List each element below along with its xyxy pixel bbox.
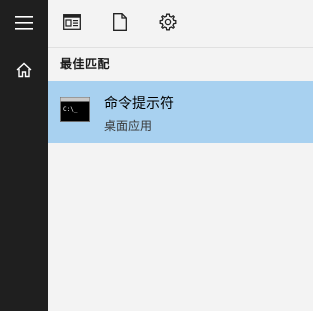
best-match-result[interactable]: C:\_ 命令提示符 桌面应用	[48, 81, 313, 143]
documents-filter-button[interactable]	[104, 8, 136, 40]
filter-toolbar	[48, 0, 313, 48]
document-icon	[113, 13, 127, 35]
command-prompt-icon: C:\_	[60, 97, 90, 122]
hamburger-menu-icon	[15, 15, 33, 34]
result-title: 命令提示符	[104, 96, 174, 112]
menu-button[interactable]	[0, 0, 48, 48]
home-button[interactable]	[0, 48, 48, 96]
apps-filter-button[interactable]	[56, 8, 88, 40]
gear-icon	[159, 13, 177, 35]
result-subtitle: 桌面应用	[104, 119, 153, 133]
best-match-heading: 最佳匹配	[60, 57, 111, 71]
home-icon	[16, 62, 32, 82]
toolbar-divider	[48, 47, 313, 48]
settings-filter-button[interactable]	[152, 8, 184, 40]
command-prompt-icon-text: C:\_	[63, 106, 78, 113]
search-results-panel: 最佳匹配 C:\_ 命令提示符 桌面应用	[48, 0, 313, 311]
search-window: 最佳匹配 C:\_ 命令提示符 桌面应用	[0, 0, 313, 311]
left-rail	[0, 0, 48, 311]
document-list-icon	[63, 14, 81, 34]
